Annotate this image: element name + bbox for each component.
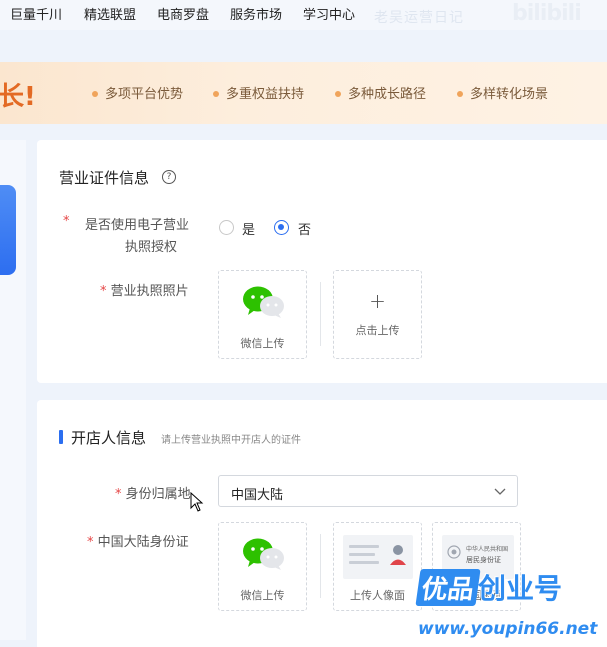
photo-label: * 营业执照照片 <box>100 284 189 299</box>
e-license-label-line2: 执照授权 <box>125 240 178 255</box>
click-upload-label: 点击上传 <box>355 324 400 337</box>
id-card-front-icon <box>343 535 413 579</box>
nav-item-alliance[interactable]: 精选联盟 <box>84 4 136 23</box>
radio-no-label[interactable]: 否 <box>298 219 311 238</box>
id-card-label: * 中国大陆身份证 <box>87 535 189 550</box>
nav-item-qianchuan[interactable]: 巨量千川 <box>10 4 62 23</box>
help-icon[interactable]: ? <box>162 170 176 184</box>
banner-chip: 多种成长路径 <box>335 83 426 102</box>
banner-headline: 长! <box>0 82 36 112</box>
chevron-down-icon <box>494 488 506 495</box>
section-title-license: 营业证件信息 <box>59 169 150 187</box>
wechat-upload-id-label: 微信上传 <box>240 589 285 602</box>
dot-icon <box>92 90 98 97</box>
banner-chip: 多样转化场景 <box>457 83 548 102</box>
emblem-icon <box>447 545 461 559</box>
click-upload-button[interactable]: + 点击上传 <box>333 270 422 359</box>
watermark-logo: bilibili <box>512 1 582 26</box>
left-decoration <box>0 185 16 275</box>
mouse-cursor-icon <box>190 492 204 512</box>
title-accent-bar <box>59 430 63 444</box>
radio-yes[interactable] <box>219 220 234 235</box>
region-select[interactable]: 中国大陆 <box>218 475 518 507</box>
divider <box>320 534 321 598</box>
upload-id-front-button[interactable]: 上传人像面 <box>333 522 422 611</box>
plus-icon: + <box>369 289 386 313</box>
license-info-card: 营业证件信息 ? * 是否使用电子营业 执照授权 是 否 * 营业执照照片 微信… <box>37 140 607 383</box>
wechat-icon <box>243 538 284 570</box>
dot-icon <box>213 90 219 97</box>
promo-banner: 长! 多项平台优势 多重权益扶持 多种成长路径 多样转化场景 <box>0 62 607 124</box>
region-select-value: 中国大陆 <box>231 488 284 503</box>
radio-yes-label[interactable]: 是 <box>242 219 255 238</box>
radio-no[interactable] <box>274 220 289 235</box>
wechat-upload-label: 微信上传 <box>240 337 285 350</box>
section-title-owner: 开店人信息 <box>71 429 147 447</box>
e-license-label: 是否使用电子营业 <box>85 218 190 233</box>
nav-item-service-market[interactable]: 服务市场 <box>230 4 282 23</box>
wechat-upload-button[interactable]: 微信上传 <box>218 270 307 359</box>
wechat-upload-id-button[interactable]: 微信上传 <box>218 522 307 611</box>
banner-chip: 多重权益扶持 <box>213 83 304 102</box>
banner-chip: 多项平台优势 <box>92 83 183 102</box>
brand-url: www.youpin66.net <box>418 619 598 639</box>
nav-item-learning-center[interactable]: 学习中心 <box>303 4 355 23</box>
owner-info-card: 开店人信息 请上传营业执照中开店人的证件 * 身份归属地 中国大陆 * 中国大陆… <box>37 400 607 647</box>
watermark-text: 老吴运营日记 <box>374 10 464 26</box>
top-nav: 巨量千川 精选联盟 电商罗盘 服务市场 学习中心 老吴运营日记 bilibili <box>0 0 607 30</box>
dot-icon <box>335 90 341 97</box>
nav-item-compass[interactable]: 电商罗盘 <box>157 4 209 23</box>
wechat-icon <box>243 286 284 318</box>
owner-hint: 请上传营业执照中开店人的证件 <box>161 435 301 446</box>
upload-id-front-label: 上传人像面 <box>350 589 405 602</box>
dot-icon <box>457 90 463 97</box>
divider <box>320 282 321 346</box>
required-mark: * <box>63 214 70 229</box>
brand-watermark: 优品创业号 <box>415 567 562 607</box>
region-label: * 身份归属地 <box>115 487 191 502</box>
